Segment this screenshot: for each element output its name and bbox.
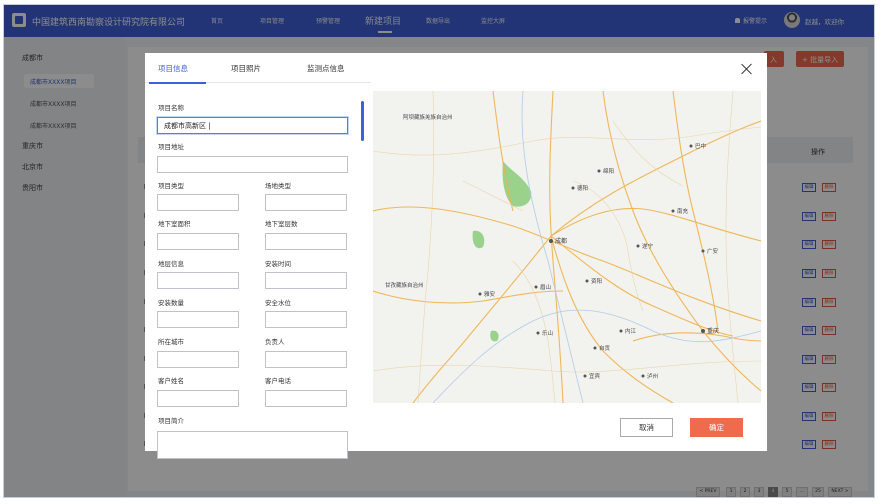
tab-monitor-points[interactable]: 监测点信息 xyxy=(307,63,345,74)
confirm-button[interactable]: 确定 xyxy=(690,418,743,437)
map-label: 甘孜藏族自治州 xyxy=(385,281,424,289)
project-name-input[interactable] xyxy=(157,117,348,134)
map-label: 眉山 xyxy=(540,283,551,291)
map-city-marker xyxy=(701,249,705,253)
map-label: 乐山 xyxy=(542,329,553,337)
map-label: 资阳 xyxy=(591,277,602,285)
map-city-marker xyxy=(671,209,675,213)
site-type-input[interactable] xyxy=(265,194,347,211)
safe-water-level-label: 安全水位 xyxy=(265,299,291,307)
install-time-input[interactable] xyxy=(265,272,347,289)
map-city-marker xyxy=(597,169,601,173)
safe-water-level-input[interactable] xyxy=(265,311,347,328)
map-label: 重庆 xyxy=(707,327,719,335)
app-window: 中国建筑西南勘察设计研究院有限公司 首页 项目管理 预警管理 新建项目 数据导出… xyxy=(3,4,875,498)
owner-label: 负责人 xyxy=(265,338,285,346)
basement-floors-input[interactable] xyxy=(265,233,347,250)
project-address-input[interactable] xyxy=(157,156,348,173)
project-type-label: 项目类型 xyxy=(158,182,184,190)
install-count-input[interactable] xyxy=(157,311,239,328)
geology-info-input[interactable] xyxy=(157,272,239,289)
map-city-marker xyxy=(636,244,640,248)
map-label: 内江 xyxy=(625,327,637,335)
customer-phone-input[interactable] xyxy=(265,390,347,407)
map-city-marker xyxy=(536,331,540,335)
project-intro-label: 项目简介 xyxy=(158,417,184,425)
new-project-modal: 项目信息 项目照片 监测点信息 项目名称 项目地址 项目类型 场地类型 地下室面… xyxy=(145,53,767,459)
tab-project-photos[interactable]: 项目照片 xyxy=(231,63,261,74)
close-icon[interactable] xyxy=(741,63,753,75)
map-city-marker xyxy=(534,285,538,289)
map-label: 雅安 xyxy=(484,290,496,298)
map-city-marker xyxy=(583,374,587,378)
map-label: 阿坝藏族羌族自治州 xyxy=(403,113,453,121)
customer-name-input[interactable] xyxy=(157,390,239,407)
location-map[interactable]: 阿坝藏族羌族自治州 甘孜藏族自治州 成都 德阳 绵阳 雅安 眉山 乐山 资阳 遂… xyxy=(373,91,761,403)
map-city-marker xyxy=(549,239,553,243)
tab-project-info[interactable]: 项目信息 xyxy=(158,63,188,74)
basement-area-input[interactable] xyxy=(157,233,239,250)
install-count-label: 安装数量 xyxy=(158,299,184,307)
map-city-marker xyxy=(478,292,482,296)
map-city-marker xyxy=(641,374,645,378)
map-city-marker xyxy=(619,329,623,333)
map-label: 成都 xyxy=(555,237,567,245)
city-label: 所在城市 xyxy=(158,338,184,346)
cancel-button[interactable]: 取消 xyxy=(620,418,673,437)
map-label: 宜宾 xyxy=(589,372,601,380)
map-city-marker xyxy=(571,186,575,190)
tab-active-indicator xyxy=(149,82,206,84)
map-canvas: 阿坝藏族羌族自治州 甘孜藏族自治州 成都 德阳 绵阳 雅安 眉山 乐山 资阳 遂… xyxy=(373,91,761,403)
basement-area-label: 地下室面积 xyxy=(158,220,191,228)
map-label: 泸州 xyxy=(647,372,658,380)
map-city-marker xyxy=(585,279,589,283)
map-label: 德阳 xyxy=(577,184,588,192)
map-label: 自贡 xyxy=(599,344,611,352)
basement-floors-label: 地下室层数 xyxy=(265,220,298,228)
project-name-label: 项目名称 xyxy=(158,104,184,112)
project-address-label: 项目地址 xyxy=(158,143,184,151)
project-intro-textarea[interactable] xyxy=(157,431,348,459)
customer-name-label: 客户姓名 xyxy=(158,377,184,385)
map-label: 巴中 xyxy=(695,142,706,150)
customer-phone-label: 客户电话 xyxy=(265,377,291,385)
map-label: 遂宁 xyxy=(642,242,654,250)
project-type-input[interactable] xyxy=(157,194,239,211)
geology-info-label: 地层信息 xyxy=(158,260,184,268)
site-type-label: 场地类型 xyxy=(265,182,291,190)
map-city-marker xyxy=(593,346,597,350)
install-time-label: 安装时间 xyxy=(265,260,291,268)
city-input[interactable] xyxy=(157,351,239,368)
form-scrollbar-thumb[interactable] xyxy=(361,101,364,141)
modal-tabs: 项目信息 项目照片 监测点信息 xyxy=(145,53,371,84)
map-label: 南充 xyxy=(677,207,689,215)
map-city-marker xyxy=(701,329,705,333)
owner-input[interactable] xyxy=(265,351,347,368)
map-label: 广安 xyxy=(707,247,719,255)
map-city-marker xyxy=(689,144,693,148)
map-label: 绵阳 xyxy=(603,167,614,175)
